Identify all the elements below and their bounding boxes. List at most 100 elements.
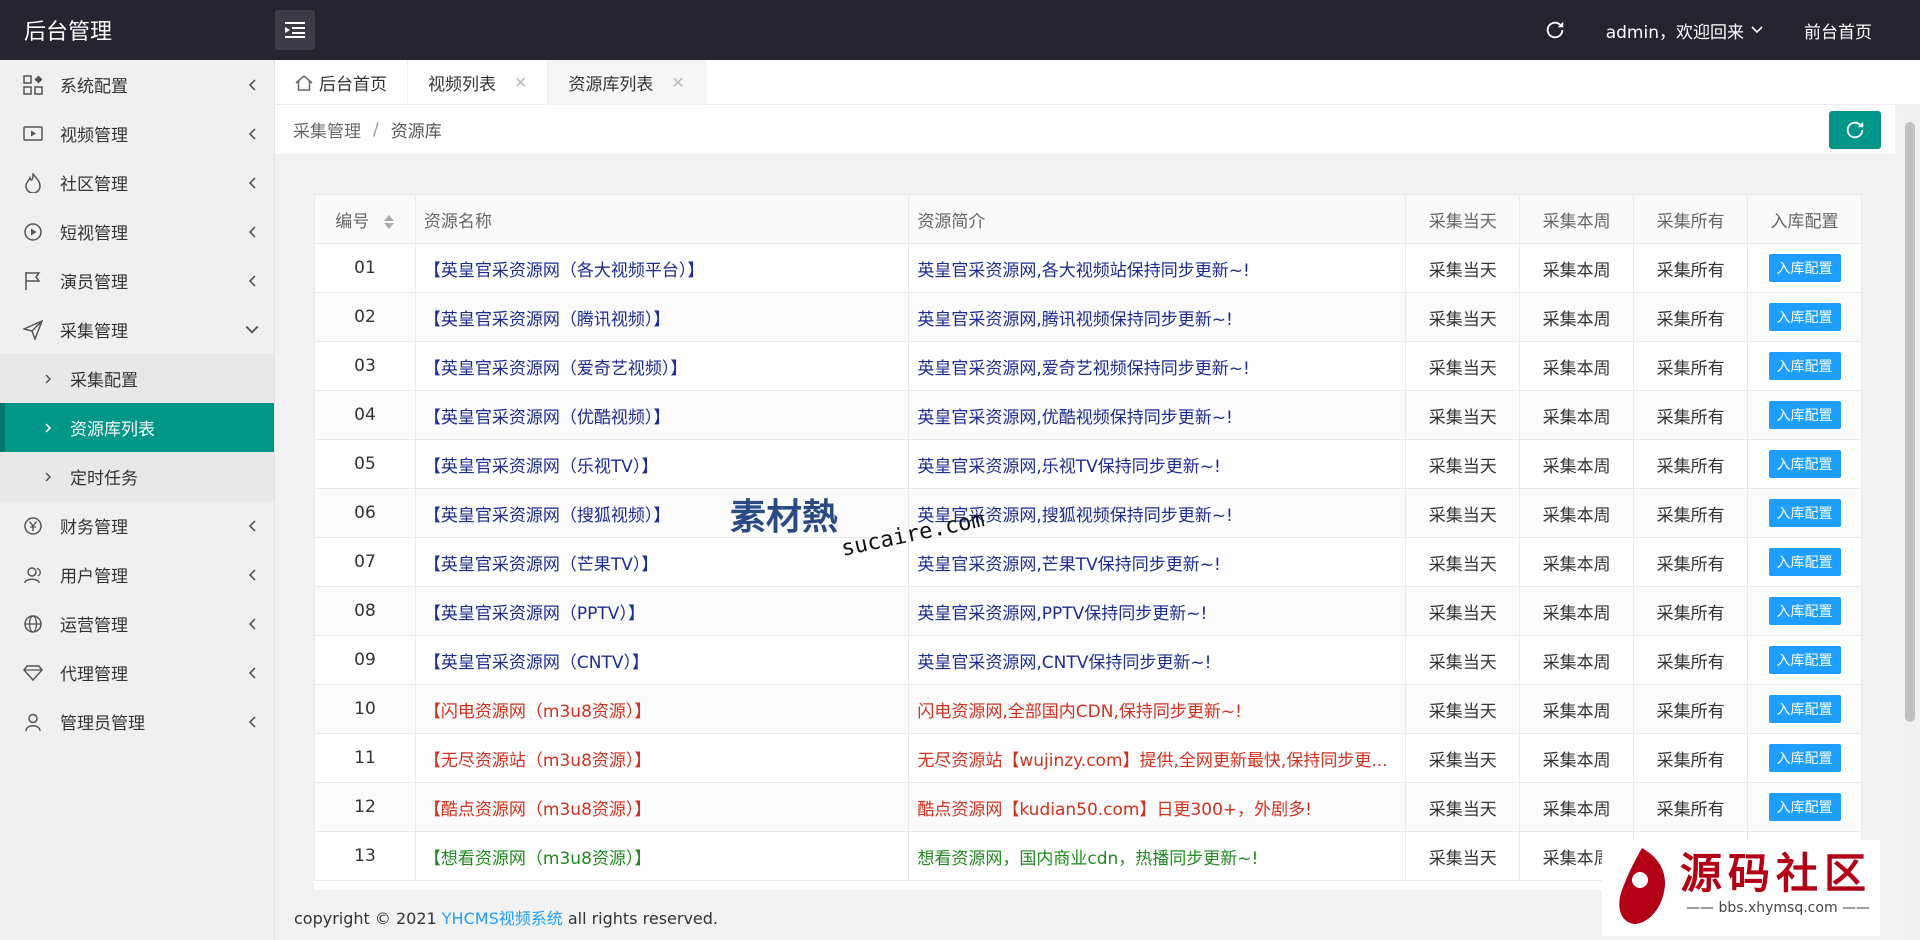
cell-desc: 英皇官采资源网,乐视TV保持同步更新~! xyxy=(908,439,1407,489)
sidebar-item-system[interactable]: 系统配置 xyxy=(0,60,274,109)
collect-all-link[interactable]: 采集所有 xyxy=(1633,782,1749,832)
collect-today-link[interactable]: 采集当天 xyxy=(1405,488,1521,538)
footer-brand-link[interactable]: YHCMS视频系统 xyxy=(442,909,563,928)
sidebar-item-users[interactable]: 用户管理 xyxy=(0,550,274,599)
cell-config: 入库配置 xyxy=(1747,292,1862,342)
cell-name: 【无尽资源站（m3u8资源）】 xyxy=(414,733,910,783)
import-config-button[interactable]: 入库配置 xyxy=(1768,499,1841,527)
import-config-button[interactable]: 入库配置 xyxy=(1768,793,1841,821)
reload-button[interactable] xyxy=(1829,111,1881,149)
menu-toggle-button[interactable] xyxy=(275,10,315,50)
collect-week-link[interactable]: 采集本周 xyxy=(1519,782,1635,832)
sidebar-subitem-collect-config[interactable]: 采集配置 xyxy=(0,354,274,403)
collect-week-link[interactable]: 采集本周 xyxy=(1519,390,1635,440)
breadcrumb-parent[interactable]: 采集管理 xyxy=(293,117,361,142)
collect-week-link[interactable]: 采集本周 xyxy=(1519,586,1635,636)
collect-today-link[interactable]: 采集当天 xyxy=(1405,733,1521,783)
collect-week-link[interactable]: 采集本周 xyxy=(1519,243,1635,293)
collect-today-link[interactable]: 采集当天 xyxy=(1405,537,1521,587)
collect-week-link[interactable]: 采集本周 xyxy=(1519,341,1635,391)
sort-icon[interactable] xyxy=(383,214,395,230)
collect-today-link[interactable]: 采集当天 xyxy=(1405,292,1521,342)
chevron-right-icon xyxy=(45,422,52,433)
col-header-week: 采集本周 xyxy=(1519,194,1635,244)
collect-all-link[interactable]: 采集所有 xyxy=(1633,635,1749,685)
collect-all-link[interactable]: 采集所有 xyxy=(1633,488,1749,538)
sidebar-item-operations[interactable]: 运营管理 xyxy=(0,599,274,648)
cell-desc: 闪电资源网,全部国内CDN,保持同步更新~! xyxy=(908,684,1407,734)
import-config-button[interactable]: 入库配置 xyxy=(1768,401,1841,429)
close-icon[interactable]: ✕ xyxy=(671,73,684,92)
collect-all-link[interactable]: 采集所有 xyxy=(1633,537,1749,587)
collect-today-link[interactable]: 采集当天 xyxy=(1405,684,1521,734)
collect-all-link[interactable]: 采集所有 xyxy=(1633,292,1749,342)
video-icon xyxy=(22,123,44,145)
collect-week-link[interactable]: 采集本周 xyxy=(1519,635,1635,685)
tab-resource-list[interactable]: 资源库列表 ✕ xyxy=(548,60,706,105)
collect-week-link[interactable]: 采集本周 xyxy=(1519,292,1635,342)
collect-week-link[interactable]: 采集本周 xyxy=(1519,733,1635,783)
sidebar-subitem-resource-list[interactable]: 资源库列表 xyxy=(0,403,274,452)
collect-today-link[interactable]: 采集当天 xyxy=(1405,635,1521,685)
import-config-button[interactable]: 入库配置 xyxy=(1768,597,1841,625)
footer-prefix: copyright © 2021 xyxy=(294,909,442,928)
refresh-icon[interactable] xyxy=(1544,19,1566,41)
import-config-button[interactable]: 入库配置 xyxy=(1768,695,1841,723)
front-home-link[interactable]: 前台首页 xyxy=(1804,18,1872,43)
sidebar-item-admins[interactable]: 管理员管理 xyxy=(0,697,274,746)
collect-week-link[interactable]: 采集本周 xyxy=(1519,684,1635,734)
cell-name: 【英皇官采资源网（爱奇艺视频）】 xyxy=(414,341,910,391)
cell-desc: 英皇官采资源网,优酷视频保持同步更新~! xyxy=(908,390,1407,440)
collect-today-link[interactable]: 采集当天 xyxy=(1405,831,1521,881)
import-config-button[interactable]: 入库配置 xyxy=(1768,254,1841,282)
cell-id: 13 xyxy=(314,831,416,881)
close-icon[interactable]: ✕ xyxy=(514,73,527,92)
send-icon xyxy=(22,319,44,341)
collect-all-link[interactable]: 采集所有 xyxy=(1633,341,1749,391)
collect-today-link[interactable]: 采集当天 xyxy=(1405,341,1521,391)
refresh-icon xyxy=(1846,121,1864,139)
collect-today-link[interactable]: 采集当天 xyxy=(1405,439,1521,489)
top-header: 后台管理 admin，欢迎回来 前台首页 xyxy=(0,0,1920,60)
diamond-icon xyxy=(22,662,44,684)
cell-id: 01 xyxy=(314,243,416,293)
user-menu[interactable]: admin，欢迎回来 xyxy=(1606,18,1764,43)
sidebar-item-community[interactable]: 社区管理 xyxy=(0,158,274,207)
import-config-button[interactable]: 入库配置 xyxy=(1768,744,1841,772)
play-circle-icon xyxy=(22,221,44,243)
import-config-button[interactable]: 入库配置 xyxy=(1768,450,1841,478)
collect-today-link[interactable]: 采集当天 xyxy=(1405,390,1521,440)
import-config-button[interactable]: 入库配置 xyxy=(1768,303,1841,331)
collect-today-link[interactable]: 采集当天 xyxy=(1405,782,1521,832)
import-config-button[interactable]: 入库配置 xyxy=(1768,548,1841,576)
collect-all-link[interactable]: 采集所有 xyxy=(1633,586,1749,636)
sidebar-item-finance[interactable]: 财务管理 xyxy=(0,501,274,550)
collect-all-link[interactable]: 采集所有 xyxy=(1633,439,1749,489)
tab-home[interactable]: 后台首页 xyxy=(275,60,408,105)
collect-all-link[interactable]: 采集所有 xyxy=(1633,390,1749,440)
scrollbar[interactable] xyxy=(1903,108,1917,940)
collect-today-link[interactable]: 采集当天 xyxy=(1405,243,1521,293)
sidebar-subitem-scheduled-task[interactable]: 定时任务 xyxy=(0,452,274,501)
sidebar-item-label: 演员管理 xyxy=(60,273,128,293)
collect-all-link[interactable]: 采集所有 xyxy=(1633,243,1749,293)
scrollbar-thumb[interactable] xyxy=(1905,122,1915,722)
sidebar-item-short-video[interactable]: 短视管理 xyxy=(0,207,274,256)
tab-video-list[interactable]: 视频列表 ✕ xyxy=(408,60,549,105)
sidebar-item-collect[interactable]: 采集管理 xyxy=(0,305,274,354)
cell-config: 入库配置 xyxy=(1747,537,1862,587)
import-config-button[interactable]: 入库配置 xyxy=(1768,646,1841,674)
collect-all-link[interactable]: 采集所有 xyxy=(1633,684,1749,734)
collect-week-link[interactable]: 采集本周 xyxy=(1519,488,1635,538)
sidebar-item-agents[interactable]: 代理管理 xyxy=(0,648,274,697)
collect-today-link[interactable]: 采集当天 xyxy=(1405,586,1521,636)
sidebar-item-label: 采集管理 xyxy=(60,322,128,342)
col-header-id[interactable]: 编号 xyxy=(314,194,416,244)
collect-all-link[interactable]: 采集所有 xyxy=(1633,733,1749,783)
collect-week-link[interactable]: 采集本周 xyxy=(1519,439,1635,489)
import-config-button[interactable]: 入库配置 xyxy=(1768,352,1841,380)
sidebar-item-actor[interactable]: 演员管理 xyxy=(0,256,274,305)
sidebar-item-video[interactable]: 视频管理 xyxy=(0,109,274,158)
tab-label: 视频列表 xyxy=(428,75,496,95)
collect-week-link[interactable]: 采集本周 xyxy=(1519,537,1635,587)
